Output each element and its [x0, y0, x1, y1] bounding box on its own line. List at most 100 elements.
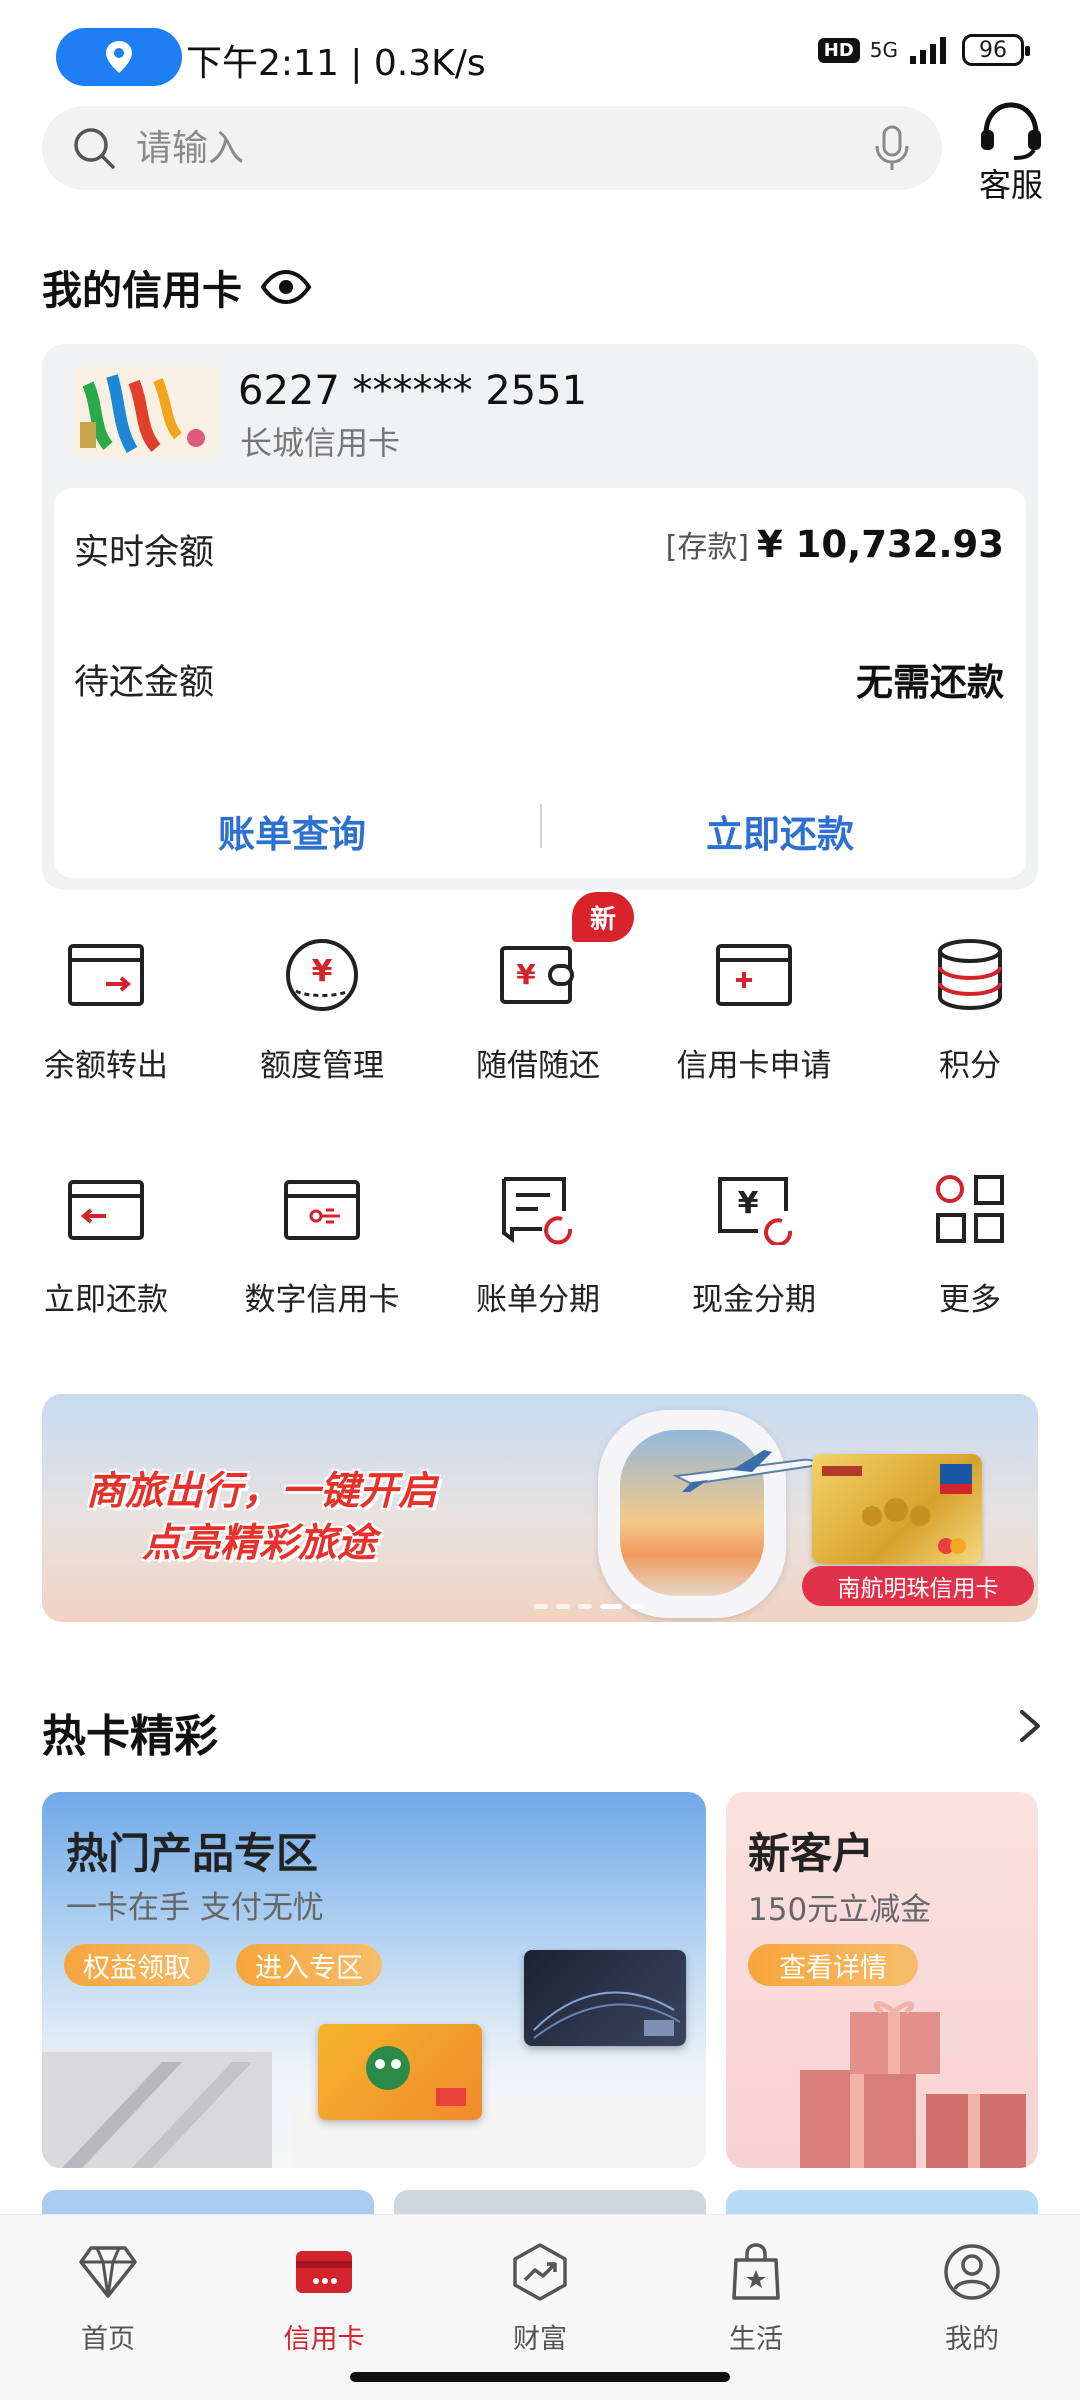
due-label: 待还金额 — [74, 663, 215, 703]
card-name: 长城信用卡 — [240, 424, 401, 462]
nav-home[interactable]: 首页 — [0, 2237, 216, 2356]
svg-text:¥: ¥ — [738, 1186, 759, 1221]
status-bar: 下午2:11 | 0.3K/s HD 5G 96 — [0, 0, 1080, 100]
nav-label: 首页 — [81, 2324, 135, 2355]
wallet-icon: ¥ — [500, 946, 574, 1004]
platinum-card-image — [524, 1950, 686, 2046]
grid-label: 随借随还 — [476, 1048, 600, 1084]
airplane-icon — [672, 1450, 816, 1492]
new-customer-subtitle: 150元立减金 — [748, 1892, 932, 1928]
carousel-indicator — [534, 1604, 644, 1609]
microphone-icon[interactable] — [872, 124, 912, 172]
grid-label: 额度管理 — [260, 1048, 384, 1084]
new-badge: 新 — [572, 892, 634, 942]
card-art-icon — [74, 366, 218, 458]
search-bar[interactable] — [42, 106, 942, 190]
balance-value: ¥ 10,732.93 — [757, 523, 1004, 566]
battery-icon: 96 — [962, 34, 1030, 66]
diamond-icon — [79, 2246, 137, 2298]
banner-line-2: 点亮精彩旅途 — [142, 1521, 377, 1566]
grid-label: 现金分期 — [692, 1282, 816, 1318]
enter-zone-button[interactable]: 进入专区 — [236, 1944, 382, 1986]
status-indicators: HD 5G 96 — [817, 34, 1030, 66]
battery-level: 96 — [979, 37, 1007, 63]
search-input[interactable] — [136, 127, 872, 169]
nav-label: 财富 — [513, 2324, 567, 2355]
deposit-tag: [存款] — [665, 530, 750, 565]
due-value: 无需还款 — [856, 661, 1004, 704]
limit-icon: ¥ — [286, 939, 358, 1011]
grid-label: 信用卡申请 — [676, 1048, 832, 1084]
grid-label: 数字信用卡 — [244, 1282, 400, 1318]
grid-label: 余额转出 — [44, 1048, 168, 1084]
hot-products-subtitle: 一卡在手 支付无忧 — [66, 1890, 324, 1926]
hot-cards-title: 热卡精彩 — [42, 1711, 218, 1762]
customer-service-button[interactable]: 客服 — [968, 100, 1054, 206]
grid-item-cash-installment[interactable]: ¥ 现金分期 — [654, 1164, 854, 1319]
grid-item-digital-card[interactable]: 数字信用卡 — [222, 1164, 422, 1319]
action-divider — [540, 804, 542, 848]
hot-products-title: 热门产品专区 — [66, 1829, 319, 1878]
repay-icon — [68, 1180, 144, 1240]
grid-label: 立即还款 — [44, 1282, 168, 1318]
repay-now-button[interactable]: 立即还款 — [580, 804, 980, 858]
status-time-speed: 下午2:11 | 0.3K/s — [186, 43, 486, 84]
gold-credit-card-image — [812, 1454, 982, 1564]
points-icon — [938, 939, 1002, 1011]
service-label: 客服 — [978, 166, 1043, 204]
view-details-button[interactable]: 查看详情 — [748, 1944, 918, 1986]
grid-item-borrow-repay[interactable]: ¥ 随借随还 — [438, 930, 638, 1085]
banner-line-1: 商旅出行，一键开启 — [86, 1469, 438, 1514]
search-icon — [74, 128, 115, 169]
claim-benefits-button[interactable]: 权益领取 — [64, 1944, 210, 1986]
grid-label: 积分 — [939, 1048, 1001, 1084]
new-customer-card[interactable]: 新客户 150元立减金 查看详情 — [726, 1792, 1038, 2168]
trend-hexagon-icon — [513, 2243, 567, 2301]
eye-icon[interactable] — [260, 270, 312, 304]
new-customer-title: 新客户 — [748, 1829, 875, 1878]
card-apply-icon — [716, 944, 792, 1006]
promo-banner[interactable]: 商旅出行，一键开启 点亮精彩旅途 南航明珠信用卡 — [42, 1394, 1038, 1622]
chevron-right-icon[interactable] — [1012, 1706, 1048, 1746]
card-number: 6227 ****** 2551 — [238, 368, 588, 414]
grid-item-card-apply[interactable]: 信用卡申请 — [654, 930, 854, 1085]
svg-text:¥: ¥ — [516, 958, 536, 991]
nav-credit-card[interactable]: 信用卡 — [216, 2237, 432, 2356]
headset-icon — [981, 102, 1041, 160]
nav-mine[interactable]: 我的 — [864, 2237, 1080, 2356]
bill-query-button[interactable]: 账单查询 — [92, 804, 492, 858]
grid-item-repay-now[interactable]: 立即还款 — [6, 1164, 206, 1319]
card-image[interactable] — [74, 366, 218, 458]
grid-item-points[interactable]: 积分 — [870, 930, 1070, 1085]
balance-amount: [存款] ¥ 10,732.93 — [666, 522, 1004, 566]
grid-label: 账单分期 — [476, 1282, 600, 1318]
nav-label: 信用卡 — [283, 2324, 365, 2355]
grid-item-balance-transfer[interactable]: 余额转出 — [6, 930, 206, 1085]
hot-products-card[interactable]: 热门产品专区 一卡在手 支付无忧 权益领取 进入专区 — [42, 1792, 706, 2168]
digital-card-icon — [284, 1180, 360, 1240]
bill-installment-icon — [502, 1177, 573, 1245]
balance-label: 实时余额 — [74, 533, 215, 573]
hd-badge: HD — [817, 37, 860, 63]
grid-item-limit-management[interactable]: ¥ 额度管理 — [222, 930, 422, 1085]
grid-label: 更多 — [939, 1282, 1001, 1318]
location-icon — [106, 41, 132, 73]
network-label: 5G — [869, 38, 898, 62]
nav-wealth[interactable]: 财富 — [432, 2237, 648, 2356]
home-indicator[interactable] — [350, 2372, 730, 2382]
more-icon — [936, 1175, 1004, 1243]
location-pill[interactable] — [56, 28, 182, 86]
credit-card-icon — [296, 2251, 352, 2293]
signal-icon — [910, 37, 946, 64]
my-card-header: 我的信用卡 — [42, 258, 312, 316]
user-icon — [944, 2244, 1000, 2300]
grid-item-bill-installment[interactable]: 账单分期 — [438, 1164, 638, 1319]
banner-tag: 南航明珠信用卡 — [802, 1566, 1034, 1606]
my-card-title: 我的信用卡 — [42, 268, 242, 314]
nav-label: 生活 — [729, 2324, 783, 2355]
grid-item-more[interactable]: 更多 — [870, 1164, 1070, 1319]
gift-box-image — [800, 2001, 1026, 2168]
transfer-out-icon — [68, 944, 144, 1006]
shopping-bag-icon — [732, 2243, 780, 2300]
nav-life[interactable]: 生活 — [648, 2237, 864, 2356]
